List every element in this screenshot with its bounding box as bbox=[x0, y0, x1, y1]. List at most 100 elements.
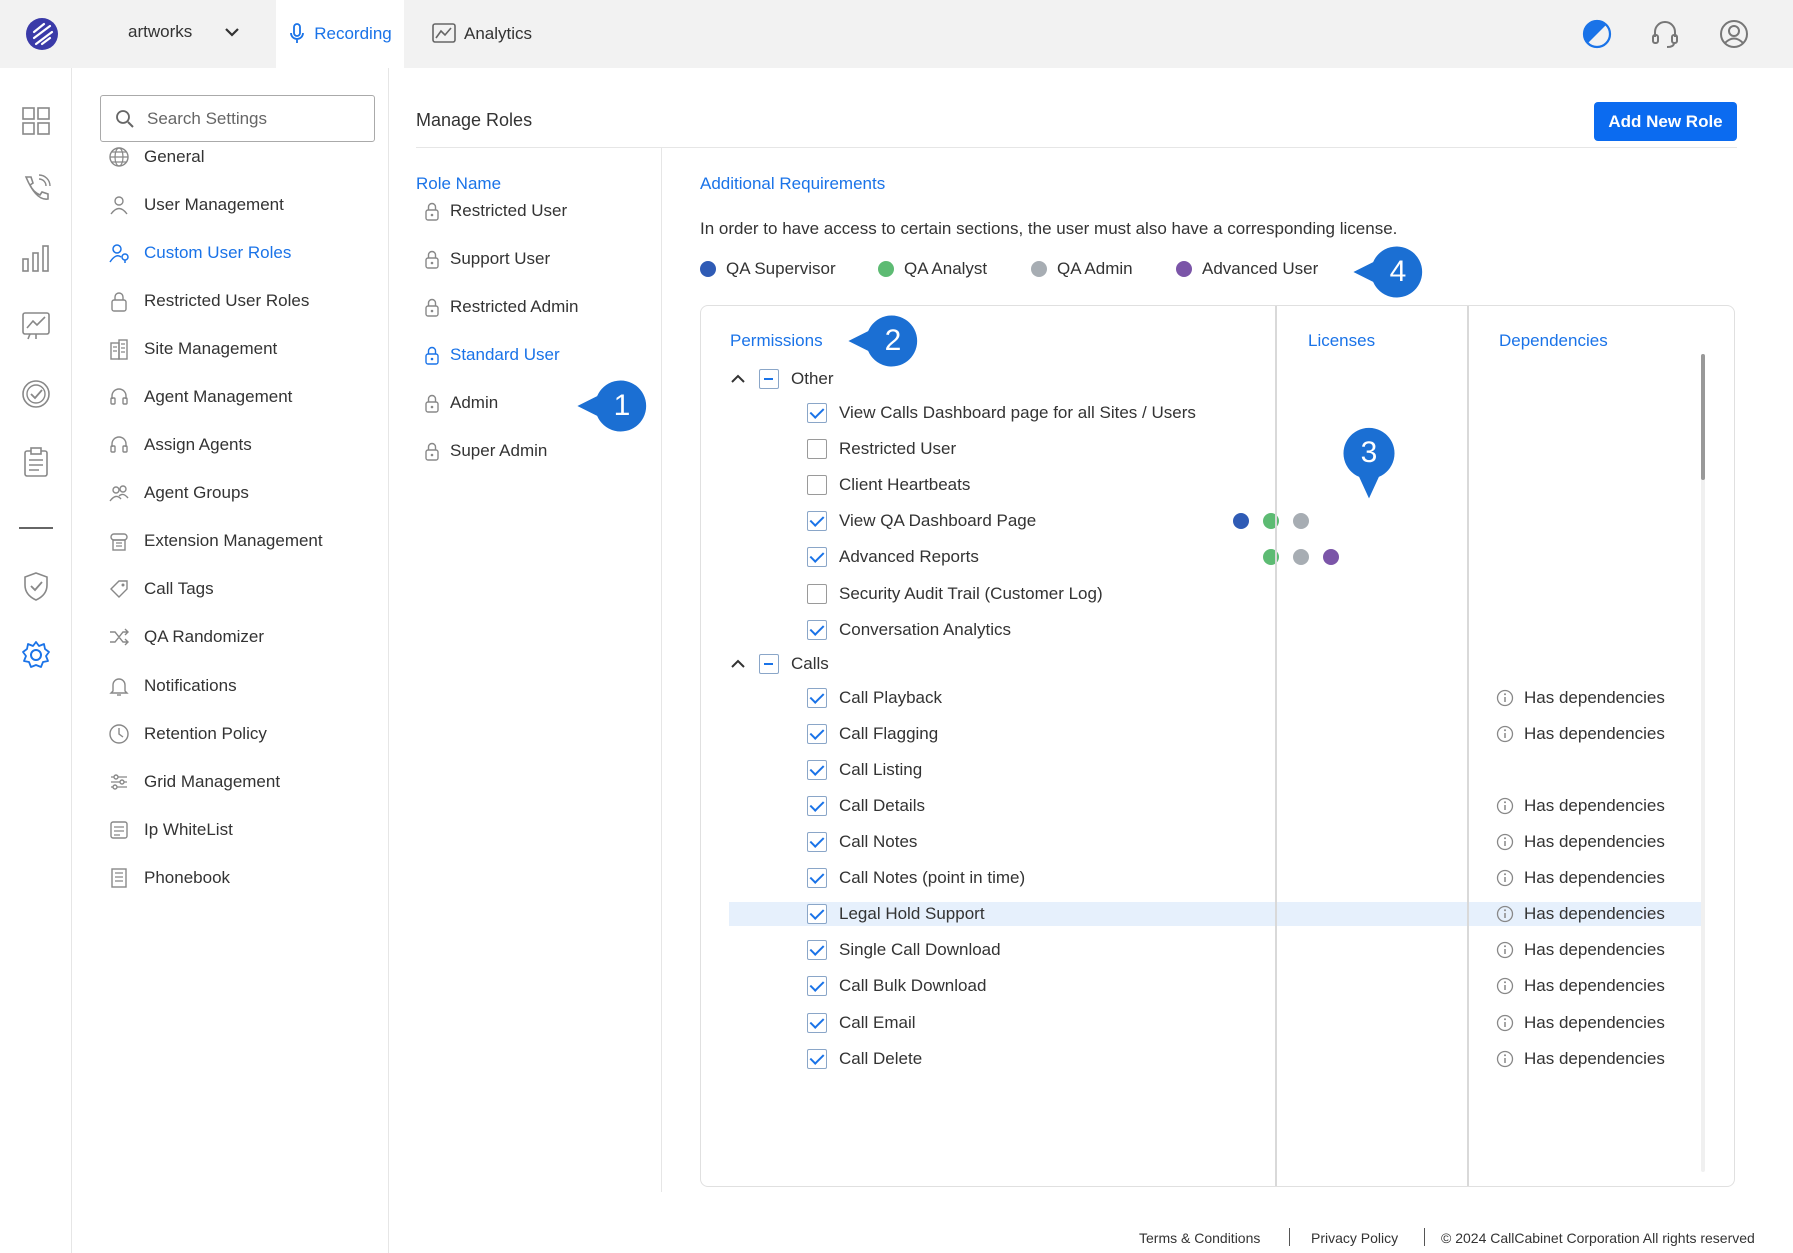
settings-nav-item[interactable]: Agent Groups bbox=[108, 478, 249, 508]
chevron-down-icon[interactable] bbox=[222, 22, 242, 42]
add-new-role-button[interactable]: Add New Role bbox=[1594, 102, 1737, 141]
settings-nav-item[interactable]: Notifications bbox=[108, 671, 237, 701]
user-profile-icon[interactable] bbox=[1717, 17, 1751, 51]
settings-nav-item[interactable]: Call Tags bbox=[108, 574, 214, 604]
info-icon bbox=[1496, 833, 1514, 851]
permission-group[interactable]: Other bbox=[729, 364, 834, 394]
permission-row[interactable]: Client Heartbeats bbox=[807, 470, 970, 500]
settings-nav-item[interactable]: QA Randomizer bbox=[108, 622, 264, 652]
dependency-info[interactable]: Has dependencies bbox=[1496, 791, 1665, 821]
permission-row[interactable]: Call Details bbox=[807, 791, 925, 821]
tab-recording[interactable]: Recording bbox=[276, 0, 404, 68]
dependency-info[interactable]: Has dependencies bbox=[1496, 1044, 1665, 1074]
permission-checkbox[interactable] bbox=[807, 976, 827, 997]
permission-checkbox[interactable] bbox=[807, 403, 827, 423]
permission-checkbox[interactable] bbox=[807, 439, 827, 460]
settings-nav-item[interactable]: Assign Agents bbox=[108, 430, 252, 460]
settings-nav-item[interactable]: Retention Policy bbox=[108, 719, 267, 749]
permission-row[interactable]: Call Notes bbox=[807, 827, 917, 857]
settings-nav-item[interactable]: Custom User Roles bbox=[108, 238, 291, 268]
settings-nav-item[interactable]: User Management bbox=[108, 190, 284, 220]
privacy-link[interactable]: Privacy Policy bbox=[1311, 1230, 1398, 1246]
permission-checkbox[interactable] bbox=[807, 687, 827, 708]
chevron-up-icon[interactable] bbox=[729, 370, 747, 388]
role-item[interactable]: Restricted User bbox=[424, 196, 567, 226]
permission-row[interactable]: Legal Hold Support bbox=[807, 899, 985, 929]
role-item[interactable]: Admin bbox=[424, 388, 498, 418]
dependency-label: Has dependencies bbox=[1524, 1012, 1665, 1032]
search-input[interactable]: Search Settings bbox=[100, 95, 375, 142]
permission-row[interactable]: Restricted User bbox=[807, 434, 956, 464]
dependency-info[interactable]: Has dependencies bbox=[1496, 719, 1665, 749]
dependency-info[interactable]: Has dependencies bbox=[1496, 827, 1665, 857]
permission-checkbox[interactable] bbox=[807, 619, 827, 640]
clipboard-icon[interactable] bbox=[20, 446, 52, 478]
permission-checkbox[interactable] bbox=[807, 583, 827, 604]
permission-checkbox[interactable] bbox=[807, 795, 827, 816]
permission-checkbox[interactable] bbox=[807, 832, 827, 852]
shield-icon[interactable] bbox=[20, 570, 52, 602]
dependency-info[interactable]: Has dependencies bbox=[1496, 1008, 1665, 1038]
permission-row[interactable]: View Calls Dashboard page for all Sites … bbox=[807, 398, 1196, 428]
permission-row[interactable]: View QA Dashboard Page bbox=[807, 506, 1036, 536]
group-checkbox[interactable] bbox=[759, 653, 779, 674]
settings-nav-item[interactable]: Ip WhiteList bbox=[108, 815, 233, 845]
permission-row[interactable]: Security Audit Trail (Customer Log) bbox=[807, 579, 1103, 609]
settings-nav-item[interactable]: Grid Management bbox=[108, 767, 280, 797]
role-item[interactable]: Standard User bbox=[424, 340, 560, 370]
permission-row[interactable]: Call Playback bbox=[807, 683, 942, 713]
dependency-info[interactable]: Has dependencies bbox=[1496, 683, 1665, 713]
role-item[interactable]: Support User bbox=[424, 244, 550, 274]
gear-icon[interactable] bbox=[20, 639, 52, 671]
permission-row[interactable]: Call Listing bbox=[807, 755, 922, 785]
permission-row[interactable]: Call Notes (point in time) bbox=[807, 863, 1025, 893]
permission-row[interactable]: Conversation Analytics bbox=[807, 615, 1011, 645]
permission-checkbox[interactable] bbox=[807, 1012, 827, 1033]
info-icon bbox=[1496, 978, 1514, 995]
settings-nav-item[interactable]: Extension Management bbox=[108, 526, 323, 556]
permission-checkbox[interactable] bbox=[807, 904, 827, 925]
bar-chart-icon[interactable] bbox=[20, 242, 52, 274]
permission-row[interactable]: Call Delete bbox=[807, 1044, 922, 1074]
settings-nav-item[interactable]: Restricted User Roles bbox=[108, 286, 309, 316]
chevron-up-icon[interactable] bbox=[729, 655, 747, 673]
permission-row[interactable]: Call Email bbox=[807, 1008, 916, 1038]
permission-row[interactable]: Call Bulk Download bbox=[807, 971, 986, 1001]
permission-checkbox[interactable] bbox=[807, 759, 827, 780]
permission-checkbox[interactable] bbox=[807, 723, 827, 744]
analytics-icon[interactable] bbox=[20, 310, 52, 342]
permission-row[interactable]: Call Flagging bbox=[807, 719, 938, 749]
dependency-info[interactable]: Has dependencies bbox=[1496, 935, 1665, 965]
building-icon bbox=[110, 339, 128, 360]
dependency-info[interactable]: Has dependencies bbox=[1496, 899, 1665, 929]
role-item[interactable]: Restricted Admin bbox=[424, 292, 579, 322]
permission-checkbox[interactable] bbox=[807, 475, 827, 496]
headset-icon[interactable] bbox=[1648, 17, 1682, 51]
dependency-info[interactable]: Has dependencies bbox=[1496, 863, 1665, 893]
phone-icon[interactable] bbox=[20, 173, 52, 205]
settings-nav-item[interactable]: Agent Management bbox=[108, 382, 292, 412]
theme-toggle-icon[interactable] bbox=[1580, 17, 1614, 51]
permission-row[interactable]: Single Call Download bbox=[807, 935, 1001, 965]
dependency-info[interactable]: Has dependencies bbox=[1496, 971, 1665, 1001]
tab-analytics[interactable]: Analytics bbox=[428, 0, 532, 68]
permission-checkbox[interactable] bbox=[807, 868, 827, 889]
terms-link[interactable]: Terms & Conditions bbox=[1139, 1230, 1260, 1246]
qa-check-icon[interactable] bbox=[20, 378, 52, 410]
workspace-name[interactable]: artworks bbox=[128, 22, 192, 42]
permission-group[interactable]: Calls bbox=[729, 649, 829, 679]
permission-checkbox[interactable] bbox=[807, 511, 827, 532]
legend-label: QA Supervisor bbox=[726, 259, 836, 278]
permission-checkbox[interactable] bbox=[807, 940, 827, 961]
app-logo-icon[interactable] bbox=[22, 14, 62, 54]
role-item[interactable]: Super Admin bbox=[424, 436, 547, 466]
settings-nav-item[interactable]: Phonebook bbox=[108, 863, 230, 893]
dashboard-icon[interactable] bbox=[20, 105, 52, 137]
settings-nav-item[interactable]: General bbox=[108, 142, 204, 172]
settings-nav-item[interactable]: Site Management bbox=[108, 334, 277, 364]
permission-checkbox[interactable] bbox=[807, 547, 827, 568]
permission-checkbox[interactable] bbox=[807, 1048, 827, 1069]
permission-row[interactable]: Advanced Reports bbox=[807, 542, 979, 572]
scrollbar-thumb[interactable] bbox=[1701, 354, 1705, 480]
group-checkbox[interactable] bbox=[759, 369, 779, 389]
